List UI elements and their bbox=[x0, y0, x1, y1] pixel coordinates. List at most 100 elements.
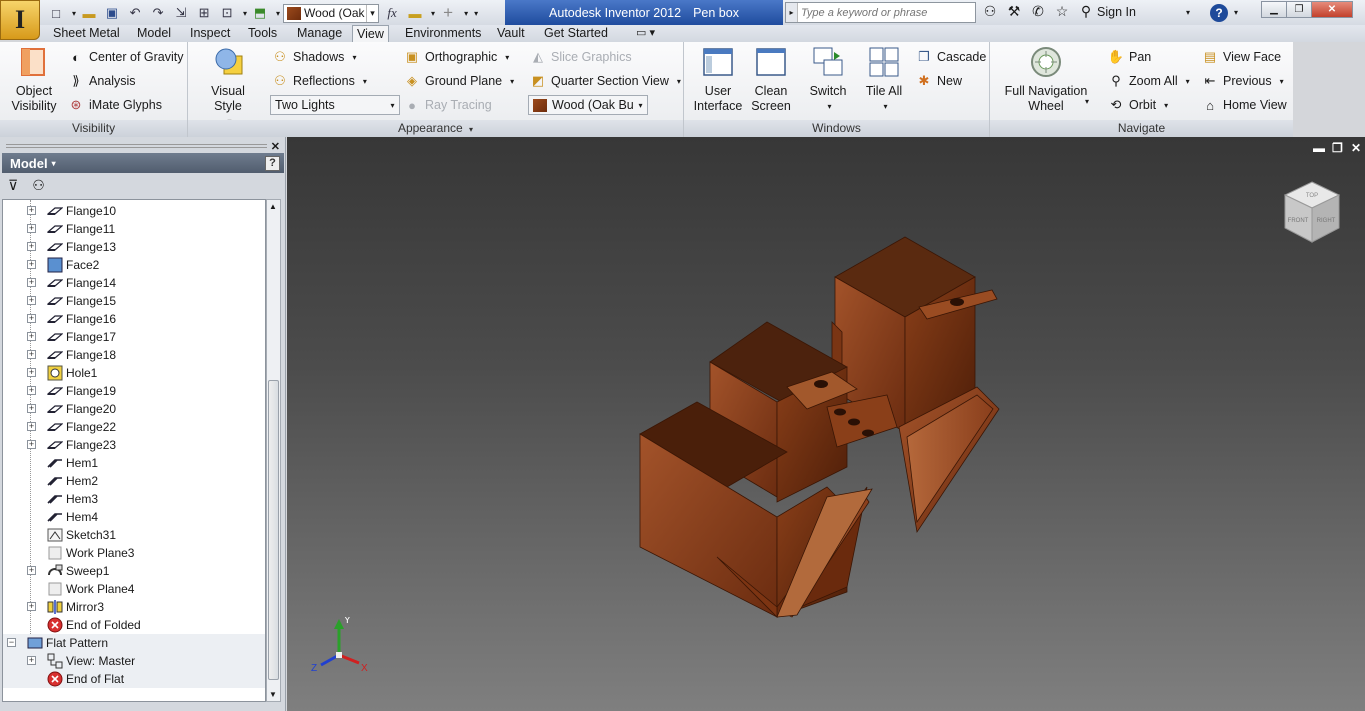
tree-item[interactable]: End of Folded bbox=[3, 616, 265, 634]
filter-icon[interactable]: ⊽ bbox=[8, 177, 18, 194]
tree-item[interactable]: + Flange13 bbox=[3, 238, 265, 256]
ribbon-options-icon[interactable]: ▭ ▾ bbox=[632, 25, 659, 42]
search-expand-icon[interactable]: ▸ bbox=[786, 3, 798, 22]
undo-icon[interactable]: ↶ bbox=[125, 4, 145, 23]
material-combo[interactable]: Wood (Oak ▾ bbox=[283, 3, 380, 23]
user-interface-button[interactable]: User Interface bbox=[692, 46, 744, 114]
measure-dropdown-icon[interactable]: ▾ bbox=[431, 9, 435, 18]
tree-item[interactable]: Work Plane3 bbox=[3, 544, 265, 562]
tab-environments[interactable]: Environments bbox=[401, 25, 485, 42]
save-icon[interactable]: ▣ bbox=[102, 4, 122, 23]
browser-grip-bar[interactable]: ✕ bbox=[2, 139, 284, 153]
expand-icon[interactable]: + bbox=[27, 350, 36, 359]
binoculars-icon[interactable]: ⚇ bbox=[980, 3, 1000, 20]
appearance-panel-expand-icon[interactable]: ▾ bbox=[469, 125, 473, 134]
lighting-style-select[interactable]: Two Lights ▾ bbox=[270, 95, 400, 115]
signin-dropdown-icon[interactable]: ▾ bbox=[1186, 8, 1190, 17]
imate-glyphs-button[interactable]: ⊛ iMate Glyphs bbox=[68, 95, 162, 115]
scroll-up-icon[interactable]: ▲ bbox=[269, 202, 277, 211]
color-override-icon[interactable]: ⬒ bbox=[250, 4, 270, 23]
collapse-icon[interactable]: − bbox=[7, 638, 16, 647]
scroll-down-icon[interactable]: ▼ bbox=[269, 690, 277, 699]
tree-item[interactable]: + Flange16 bbox=[3, 310, 265, 328]
expand-icon[interactable]: + bbox=[27, 656, 36, 665]
expand-icon[interactable]: + bbox=[27, 314, 36, 323]
tools-icon[interactable]: ⚒ bbox=[1004, 3, 1024, 20]
new-file-icon[interactable]: □ bbox=[46, 4, 66, 23]
expand-icon[interactable]: + bbox=[27, 242, 36, 251]
measure-icon[interactable]: ▬ bbox=[405, 4, 425, 23]
return-icon[interactable]: ⇲ bbox=[171, 4, 191, 23]
pen-box-model[interactable] bbox=[287, 137, 1365, 711]
home-view-button[interactable]: ⌂ Home View bbox=[1202, 95, 1287, 115]
expand-icon[interactable]: + bbox=[27, 224, 36, 233]
shadows-button[interactable]: ⚇ Shadows ▾ bbox=[272, 47, 356, 67]
expand-icon[interactable]: + bbox=[27, 404, 36, 413]
new-window-button[interactable]: ✱ New bbox=[916, 71, 962, 91]
tab-inspect[interactable]: Inspect bbox=[186, 25, 234, 42]
tree-item[interactable]: + View: Master bbox=[3, 652, 265, 670]
tree-item[interactable]: Hem2 bbox=[3, 472, 265, 490]
tab-tools[interactable]: Tools bbox=[244, 25, 281, 42]
redo-icon[interactable]: ↷ bbox=[148, 4, 168, 23]
tree-item[interactable]: + Flange15 bbox=[3, 292, 265, 310]
update-icon[interactable]: ⊞ bbox=[194, 4, 214, 23]
expand-icon[interactable]: + bbox=[27, 440, 36, 449]
tree-item[interactable]: + Flange18 bbox=[3, 346, 265, 364]
tree-item[interactable]: + Flange20 bbox=[3, 400, 265, 418]
tree-item[interactable]: Work Plane4 bbox=[3, 580, 265, 598]
pan-button[interactable]: ✋ Pan bbox=[1108, 47, 1151, 67]
graphics-viewport[interactable]: ▬ ❐ ✕ TOP FRONT RIGHT Y X Z bbox=[287, 137, 1365, 711]
reflections-button[interactable]: ⚇ Reflections ▾ bbox=[272, 71, 367, 91]
scroll-thumb[interactable] bbox=[268, 380, 279, 680]
open-folder-icon[interactable]: ▬ bbox=[79, 4, 99, 23]
tree-item[interactable]: Hem4 bbox=[3, 508, 265, 526]
tree-item[interactable]: + Flange14 bbox=[3, 274, 265, 292]
quarter-section-view-button[interactable]: ◩ Quarter Section View ▾ bbox=[530, 71, 681, 91]
slice-graphics-button[interactable]: ◭ Slice Graphics bbox=[530, 47, 632, 67]
full-navigation-wheel-button[interactable]: Full Navigation Wheel bbox=[998, 46, 1094, 114]
expand-icon[interactable]: + bbox=[27, 386, 36, 395]
tab-get-started[interactable]: Get Started bbox=[540, 25, 612, 42]
tree-item[interactable]: + Hole1 bbox=[3, 364, 265, 382]
search-input[interactable] bbox=[798, 3, 975, 22]
tree-item[interactable]: Sketch31 bbox=[3, 526, 265, 544]
select-icon[interactable]: ⊡ bbox=[217, 4, 237, 23]
tree-item[interactable]: Hem3 bbox=[3, 490, 265, 508]
tab-vault[interactable]: Vault bbox=[493, 25, 529, 42]
expand-icon[interactable]: + bbox=[27, 566, 36, 575]
tree-item[interactable]: + Flange19 bbox=[3, 382, 265, 400]
fx-parameters-icon[interactable]: fx bbox=[382, 4, 402, 23]
plus-dropdown-icon[interactable]: ▾ bbox=[464, 9, 468, 18]
analysis-button[interactable]: ⟫ Analysis bbox=[68, 71, 135, 91]
application-menu-button[interactable]: I bbox=[0, 0, 40, 40]
tab-manage[interactable]: Manage bbox=[293, 25, 346, 42]
material-appearance-select[interactable]: Wood (Oak Bu ▾ bbox=[528, 95, 648, 115]
restore-icon[interactable]: ❐ bbox=[1286, 1, 1312, 18]
view-face-button[interactable]: ▤ View Face bbox=[1202, 47, 1281, 67]
browser-close-icon[interactable]: ✕ bbox=[271, 140, 280, 153]
tree-item[interactable]: − Flat Pattern bbox=[3, 634, 265, 652]
sign-in-link[interactable]: Sign In bbox=[1097, 5, 1136, 19]
tab-sheet-metal[interactable]: Sheet Metal bbox=[49, 25, 124, 42]
new-dropdown-icon[interactable]: ▾ bbox=[72, 9, 76, 18]
find-binoculars-icon[interactable]: ⚇ bbox=[32, 177, 45, 194]
help-icon[interactable]: ? bbox=[1210, 4, 1228, 22]
tree-item[interactable]: + Face2 bbox=[3, 256, 265, 274]
tree-item[interactable]: + Flange22 bbox=[3, 418, 265, 436]
tree-item[interactable]: End of Flat bbox=[3, 670, 265, 688]
ray-tracing-button[interactable]: ● Ray Tracing bbox=[404, 95, 492, 115]
object-visibility-button[interactable]: Object Visibility bbox=[8, 46, 60, 114]
color-dropdown-icon[interactable]: ▾ bbox=[276, 9, 280, 18]
expand-icon[interactable]: + bbox=[27, 422, 36, 431]
tab-model[interactable]: Model bbox=[133, 25, 175, 42]
clean-screen-button[interactable]: Clean Screen bbox=[748, 46, 794, 114]
expand-icon[interactable]: + bbox=[27, 602, 36, 611]
help-dropdown-icon[interactable]: ▾ bbox=[1234, 8, 1238, 17]
tab-view[interactable]: View bbox=[352, 25, 389, 43]
tree-item[interactable]: + Flange11 bbox=[3, 220, 265, 238]
tree-scrollbar[interactable]: ▲ ▼ bbox=[266, 199, 281, 702]
favorites-star-icon[interactable]: ☆ bbox=[1052, 3, 1072, 20]
tree-item[interactable]: Hem1 bbox=[3, 454, 265, 472]
customize-qat-icon[interactable]: ▾ bbox=[474, 9, 478, 18]
